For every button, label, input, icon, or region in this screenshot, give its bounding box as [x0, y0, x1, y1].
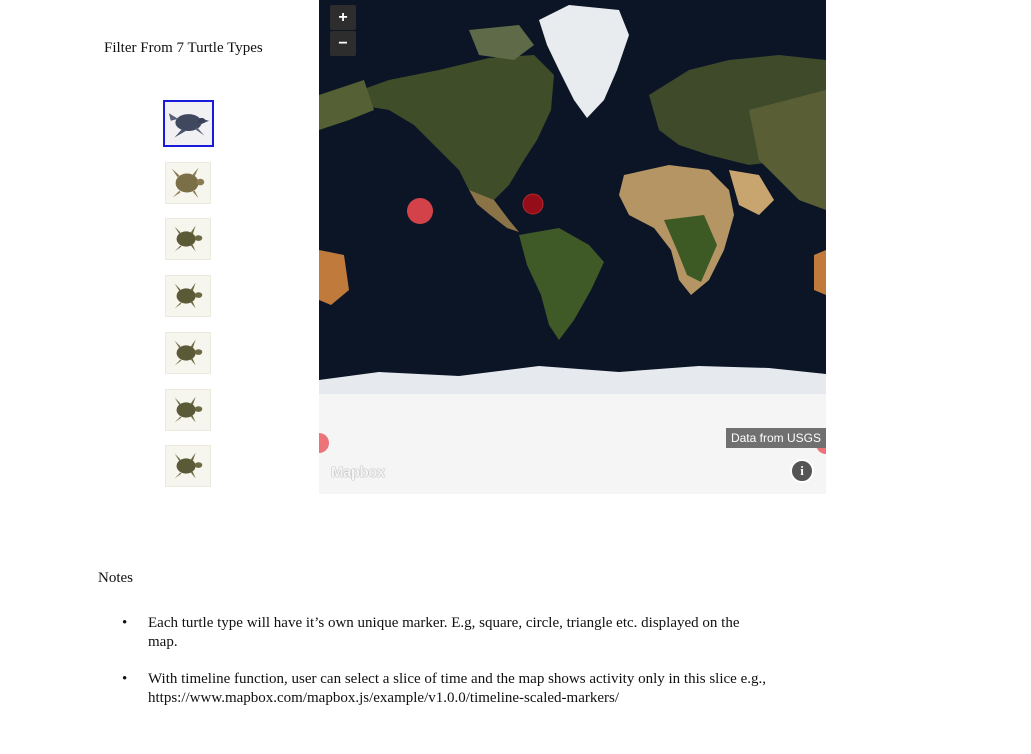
green-turtle-icon: [174, 339, 203, 366]
loggerhead-turtle-icon: [171, 167, 205, 199]
bullet-icon: •: [122, 615, 128, 631]
turtle-type-5[interactable]: [165, 332, 211, 374]
note-text: Each turtle type will have it’s own uniq…: [148, 615, 740, 650]
turtle-type-leatherback[interactable]: [163, 100, 214, 147]
turtle-sighting-marker-caribbean[interactable]: [522, 193, 544, 215]
world-map[interactable]: + − Data from USGS Mapbox i: [319, 0, 826, 494]
turtle-sighting-marker-pacific[interactable]: [407, 198, 433, 224]
turtle-type-2[interactable]: [165, 162, 211, 204]
info-button[interactable]: i: [790, 459, 814, 483]
turtle-type-7[interactable]: [165, 445, 211, 487]
turtle-type-4[interactable]: [165, 275, 211, 317]
satellite-map-tiles: [319, 0, 826, 494]
note-text: With timeline function, user can select …: [148, 671, 766, 706]
map-attribution: Data from USGS: [725, 428, 826, 448]
notes-title: Notes: [98, 570, 133, 586]
filter-title: Filter From 7 Turtle Types: [104, 40, 263, 56]
notes-list: • Each turtle type will have it’s own un…: [122, 614, 768, 726]
green-turtle-icon: [174, 452, 203, 479]
mapbox-logo[interactable]: Mapbox: [331, 464, 385, 481]
zoom-controls: + −: [330, 5, 356, 57]
green-turtle-icon: [174, 225, 203, 252]
green-turtle-icon: [174, 396, 203, 423]
australia-east-landmass: [814, 250, 826, 295]
green-turtle-icon: [174, 282, 203, 309]
note-item: • With timeline function, user can selec…: [122, 670, 768, 708]
turtle-type-6[interactable]: [165, 389, 211, 431]
zoom-in-button[interactable]: +: [330, 5, 356, 30]
note-item: • Each turtle type will have it’s own un…: [122, 614, 768, 652]
bullet-icon: •: [122, 671, 128, 687]
zoom-out-button[interactable]: −: [330, 31, 356, 56]
turtle-type-3[interactable]: [165, 218, 211, 260]
leatherback-turtle-icon: [168, 113, 210, 138]
info-icon: i: [800, 463, 804, 478]
